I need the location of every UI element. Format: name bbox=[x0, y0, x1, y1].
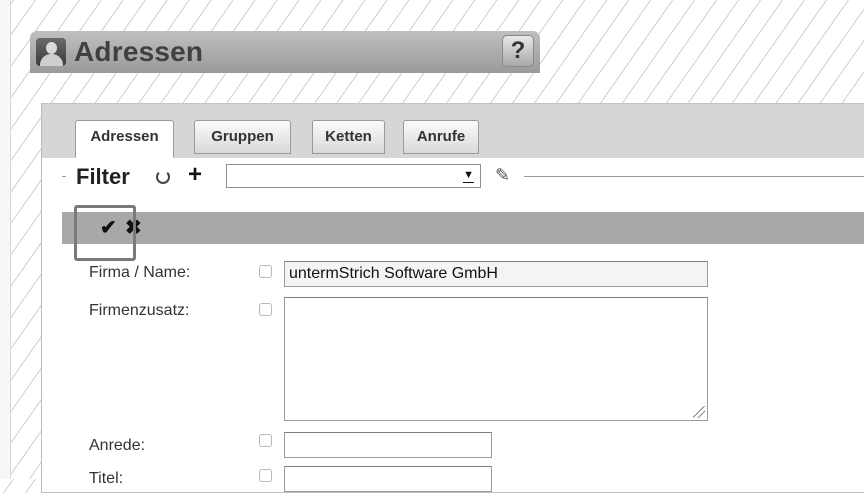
record-toolbar bbox=[62, 212, 864, 244]
label-anrede: Anrede: bbox=[89, 437, 146, 454]
label-firma-name: Firma / Name: bbox=[89, 264, 191, 281]
left-edge bbox=[0, 0, 11, 479]
checkbox-firma-name[interactable] bbox=[259, 265, 272, 278]
label-firmenzusatz: Firmenzusatz: bbox=[89, 302, 190, 319]
refresh-icon[interactable] bbox=[156, 170, 170, 184]
contacts-icon bbox=[36, 38, 66, 66]
filter-select[interactable]: ▼ bbox=[226, 164, 481, 188]
label-titel: Titel: bbox=[89, 470, 124, 487]
window-title-bar: Adressen ? bbox=[30, 31, 540, 73]
tab-strip: Adressen Gruppen Ketten Anrufe bbox=[42, 103, 864, 158]
firma-name-input[interactable] bbox=[284, 261, 708, 287]
add-icon[interactable]: + bbox=[188, 162, 202, 188]
tab-gruppen[interactable]: Gruppen bbox=[194, 120, 291, 154]
resize-grip-icon[interactable] bbox=[693, 406, 705, 418]
titel-input[interactable] bbox=[284, 466, 492, 492]
paperclip-icon[interactable]: ✎ bbox=[495, 165, 510, 186]
dropdown-arrow-icon: ▼ bbox=[463, 169, 474, 183]
help-button[interactable]: ? bbox=[502, 35, 534, 67]
firmenzusatz-textarea[interactable] bbox=[284, 297, 708, 421]
tab-anrufe[interactable]: Anrufe bbox=[403, 120, 479, 154]
page-title: Adressen bbox=[74, 36, 204, 67]
checkbox-titel[interactable] bbox=[259, 469, 272, 482]
checkbox-anrede[interactable] bbox=[259, 434, 272, 447]
filter-label: Filter bbox=[76, 164, 130, 189]
anrede-input[interactable] bbox=[284, 432, 492, 458]
checkbox-firmenzusatz[interactable] bbox=[259, 303, 272, 316]
highlight-frame bbox=[74, 205, 136, 261]
tab-adressen[interactable]: Adressen bbox=[75, 120, 174, 158]
tab-ketten[interactable]: Ketten bbox=[312, 120, 385, 154]
